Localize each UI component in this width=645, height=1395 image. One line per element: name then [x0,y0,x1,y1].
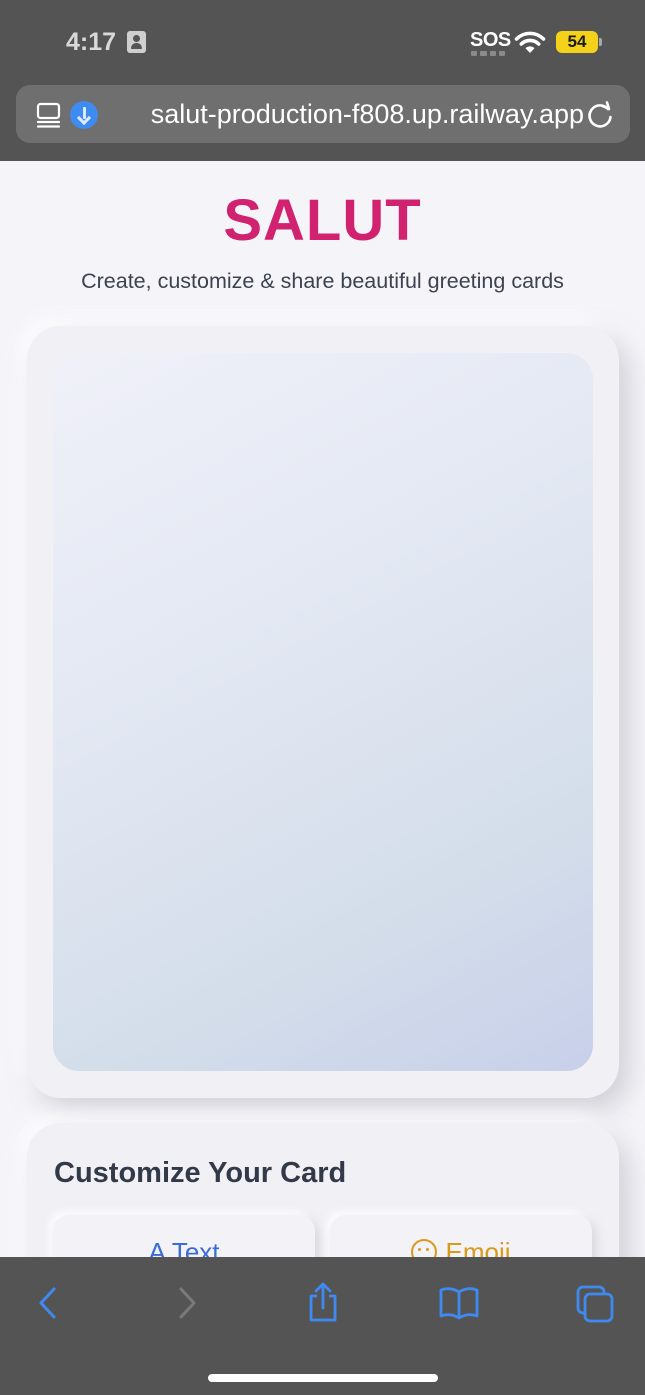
share-icon[interactable] [305,1281,341,1323]
browser-toolbar [0,1257,645,1395]
customize-panel: Customize Your Card A Text Emoji [27,1123,619,1257]
reload-icon[interactable] [586,100,614,130]
text-icon: A [148,1237,166,1257]
bookmarks-icon[interactable] [438,1285,480,1321]
status-time: 4:17 [66,28,117,56]
address-bar[interactable]: salut-production-f808.up.railway.app [16,85,630,143]
signal-dots-icon [471,51,505,56]
url-text: salut-production-f808.up.railway.app [150,99,584,129]
download-icon[interactable] [70,101,98,129]
page-menu-icon[interactable] [36,101,64,129]
emoji-icon [411,1239,438,1257]
wifi-icon [514,31,546,53]
emoji-option-button[interactable]: Emoji [330,1215,592,1257]
contact-card-icon [127,31,146,53]
battery-indicator: 54 [556,31,598,53]
tagline: Create, customize & share beautiful gree… [81,269,564,293]
web-page: SALUT Create, customize & share beautifu… [0,161,645,1257]
home-indicator[interactable] [208,1374,438,1382]
text-option-label: Text [171,1237,220,1257]
url-field[interactable]: salut-production-f808.up.railway.app [116,99,584,131]
brand-title: SALUT [223,188,422,253]
text-option-button[interactable]: A Text [53,1215,315,1257]
card-preview-frame [27,326,619,1098]
customize-title: Customize Your Card [54,1157,347,1189]
sos-indicator: SOS [470,29,511,51]
card-preview[interactable] [53,353,593,1071]
back-icon[interactable] [34,1285,62,1321]
emoji-option-label: Emoji [445,1237,511,1257]
status-bar: 4:17 SOS 54 [0,0,645,80]
browser-chrome: salut-production-f808.up.railway.app [0,80,645,161]
tabs-icon[interactable] [576,1285,616,1323]
forward-icon[interactable] [173,1285,201,1321]
battery-tip [599,38,602,46]
